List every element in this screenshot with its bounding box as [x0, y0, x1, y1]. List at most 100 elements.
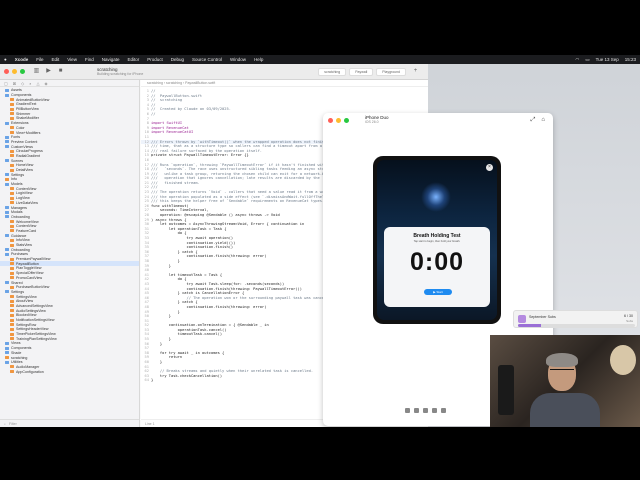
- lamp-shape: [610, 345, 636, 375]
- code-line-text: //: [151, 111, 156, 116]
- swift-file-icon: [10, 168, 14, 172]
- nav-item-label: Models: [11, 182, 23, 187]
- menu-item-edit[interactable]: Edit: [52, 57, 60, 62]
- swift-file-icon: [10, 295, 14, 299]
- zoom-window-button[interactable]: [20, 69, 25, 74]
- find-icon[interactable]: ⌕: [29, 81, 31, 86]
- menu-time[interactable]: 15:23: [625, 57, 636, 62]
- nav-item-label: RadialGradient: [16, 153, 40, 158]
- add-icon[interactable]: +: [412, 68, 419, 75]
- swift-file-icon: [10, 332, 14, 336]
- folder-icon[interactable]: ▢: [4, 81, 8, 86]
- wifi-icon[interactable]: ◠: [575, 57, 579, 63]
- file-tree: Assets Components AnimatedButtonView Gradie…: [0, 87, 139, 374]
- scheme-selector[interactable]: scratching Building scratching for iPhon…: [97, 67, 143, 77]
- swift-file-icon: [10, 116, 14, 120]
- swift-file-icon: [10, 262, 14, 266]
- navigator-filter[interactable]: ⌕ Filter: [0, 419, 139, 427]
- menu-item-help[interactable]: Help: [254, 57, 263, 62]
- source-control-icon[interactable]: ⊠: [13, 81, 16, 86]
- nav-item-label: PlanToggleView: [16, 266, 42, 271]
- menu-item-view[interactable]: View: [67, 57, 77, 62]
- simulator-controls: ⤢ ⌂: [531, 117, 545, 124]
- swift-file-icon: [10, 131, 14, 135]
- sim-minimize-button[interactable]: [336, 117, 341, 123]
- nav-item-label: Views: [11, 341, 21, 346]
- test-icon[interactable]: ◈: [45, 81, 48, 86]
- folder-icon: [5, 93, 9, 97]
- folder-icon: [5, 140, 9, 144]
- microphone-shape: [498, 365, 514, 415]
- minimize-window-button[interactable]: [12, 69, 17, 74]
- swift-file-icon: [10, 98, 14, 102]
- menu-app-name[interactable]: Xcode: [15, 57, 29, 62]
- nav-item-label: Shimmer: [16, 111, 31, 116]
- resize-icon[interactable]: ⤢: [531, 117, 536, 124]
- menu-date[interactable]: Tue 13 Sep: [596, 57, 619, 62]
- run-icon[interactable]: ▶: [45, 68, 52, 75]
- code-line-text: // scratching: [151, 98, 183, 103]
- webcam-feed: [490, 335, 640, 427]
- sub-goal-title: September Subs: [529, 315, 556, 319]
- code-line-text: // Created by Claude on 03/09/2025.: [151, 107, 231, 112]
- tab-paywall[interactable]: Paywall: [349, 67, 374, 76]
- close-window-button[interactable]: [4, 69, 9, 74]
- card-subtitle: Tap start to begin, then hold your breat…: [413, 240, 461, 243]
- swift-file-icon: [10, 196, 14, 200]
- home-icon[interactable]: ⌂: [541, 117, 545, 124]
- close-icon[interactable]: ×: [486, 164, 493, 171]
- nav-item-label: AdvancedSettingsView: [16, 303, 53, 308]
- sim-close-button[interactable]: [328, 117, 333, 123]
- symbol-icon[interactable]: ◇: [21, 81, 24, 86]
- nav-item-label: ContentView: [16, 224, 37, 229]
- swift-file-icon: [10, 304, 14, 308]
- nav-item-label: InfoView: [16, 238, 30, 243]
- rotate-icon[interactable]: [414, 408, 419, 413]
- more-icon[interactable]: [441, 408, 446, 413]
- stop-icon[interactable]: ■: [57, 68, 64, 75]
- sidebar-toggle-icon[interactable]: ▥: [33, 68, 40, 75]
- menu-item-navigate[interactable]: Navigate: [102, 57, 120, 62]
- start-button[interactable]: ▶ Start: [424, 289, 452, 295]
- sim-zoom-button[interactable]: [344, 117, 349, 123]
- menu-item-product[interactable]: Product: [147, 57, 163, 62]
- swift-file-icon: [10, 220, 14, 224]
- menu-item-debug[interactable]: Debug: [171, 57, 184, 62]
- nav-item-label: Managers: [11, 205, 27, 210]
- nav-item[interactable]: AppConfiguration: [0, 369, 139, 374]
- tab-scratching[interactable]: scratching: [318, 67, 347, 76]
- xcode-toolbar: ▥ ▶ ■ scratching Building scratching for…: [0, 64, 428, 80]
- issue-icon[interactable]: △: [36, 81, 39, 86]
- swift-file-icon: [10, 365, 14, 369]
- menu-item-window[interactable]: Window: [230, 57, 246, 62]
- menu-item-source-control[interactable]: Source Control: [192, 57, 222, 62]
- bubbles-image: [421, 182, 451, 212]
- menu-item-file[interactable]: File: [36, 57, 43, 62]
- nav-item-label: Fonts: [11, 135, 20, 140]
- breadcrumb[interactable]: scratching › scratching › PaywallButton.…: [141, 80, 428, 87]
- folder-icon: [5, 145, 9, 149]
- nav-item-label: PremiumPaywallView: [16, 257, 51, 262]
- person-hair: [546, 353, 578, 367]
- scheme-status: Building scratching for iPhone: [97, 71, 144, 76]
- screenshot-icon[interactable]: [405, 408, 410, 413]
- navigator-tabs: ▢ ⊠ ◇ ⌕ △ ◈: [0, 80, 139, 87]
- battery-icon[interactable]: ▭: [585, 57, 589, 63]
- swift-file-icon: [10, 337, 14, 341]
- device-screen[interactable]: × Breath Holding Test Tap start to begin…: [377, 160, 497, 320]
- tab-playground[interactable]: Playground: [376, 67, 406, 76]
- simulator-bottom-toolbar: [405, 408, 446, 413]
- timer-display: 0:00: [409, 248, 465, 276]
- menu-item-find[interactable]: Find: [85, 57, 94, 62]
- menu-item-editor[interactable]: Editor: [127, 57, 139, 62]
- nav-item-label: Onboarding: [11, 247, 30, 252]
- swift-file-icon: [10, 224, 14, 228]
- lock-icon[interactable]: [432, 408, 437, 413]
- nav-item-label: Onboarding: [11, 214, 30, 219]
- volume-icon[interactable]: [423, 408, 428, 413]
- apple-menu-icon[interactable]: ●: [4, 57, 7, 62]
- folder-icon: [5, 206, 9, 210]
- code-line-text: private struct PaywallTimeoutError: Erro…: [151, 153, 249, 158]
- swift-file-icon: [10, 187, 14, 191]
- nav-item-label: Components: [11, 346, 32, 351]
